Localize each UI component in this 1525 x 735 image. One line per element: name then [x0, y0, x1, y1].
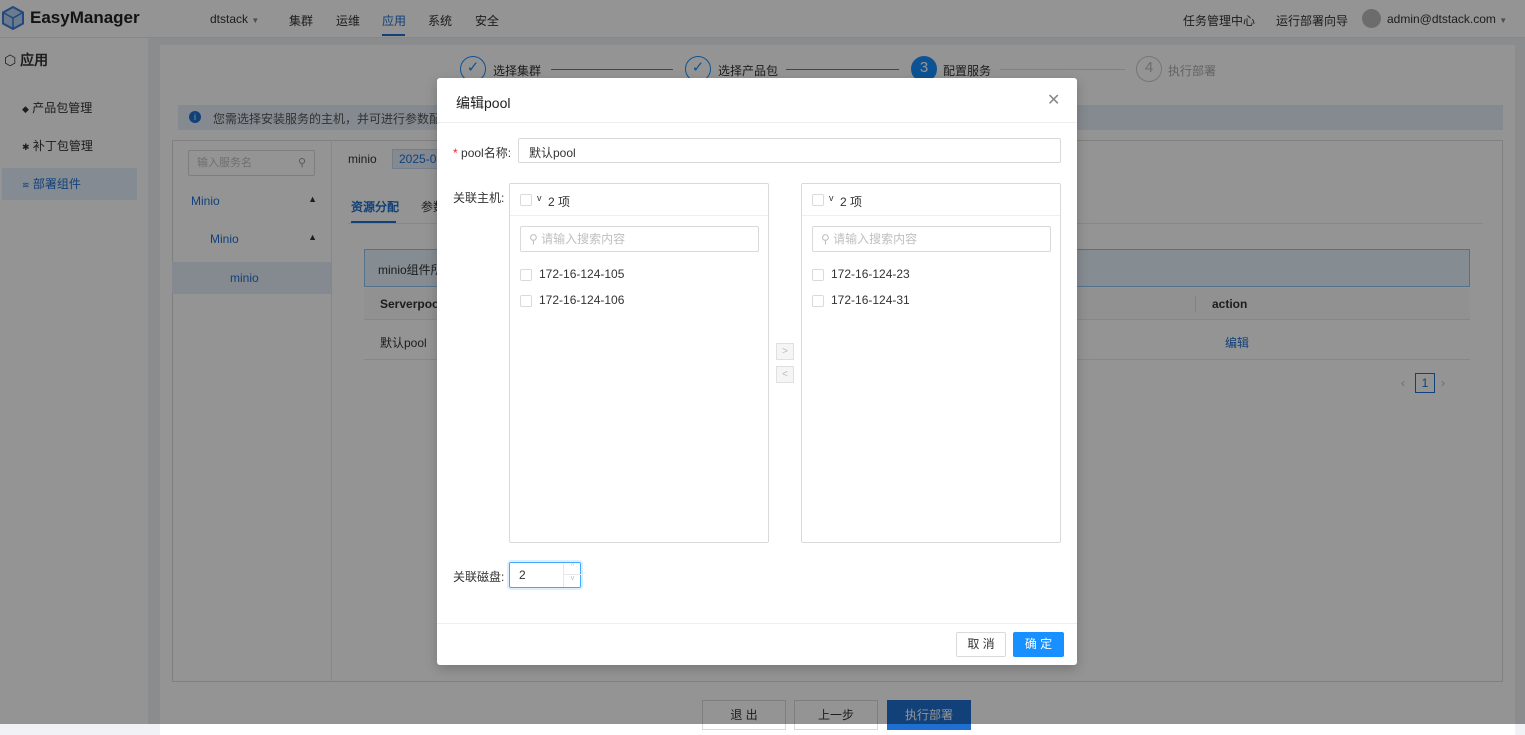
move-left-button[interactable]: < — [776, 366, 794, 383]
chevron-down-icon[interactable]: v — [829, 193, 834, 203]
target-search-input[interactable]: ⚲ 请输入搜索内容 — [812, 226, 1051, 252]
cancel-button[interactable]: 取 消 — [956, 632, 1006, 657]
item-checkbox[interactable] — [812, 295, 824, 307]
chevron-down-icon[interactable]: v — [537, 193, 542, 203]
close-icon[interactable]: ✕ — [1047, 90, 1060, 110]
hosts-label: 关联主机: — [453, 191, 505, 205]
confirm-button[interactable]: 确 定 — [1013, 632, 1064, 657]
host-item[interactable]: 172-16-124-31 — [831, 293, 910, 307]
item-count: 2 项 — [840, 195, 863, 209]
host-item[interactable]: 172-16-124-23 — [831, 267, 910, 281]
search-placeholder: 请输入搜索内容 — [541, 232, 626, 246]
label-text: pool名称: — [461, 146, 512, 160]
transfer-list-source: v 2 项 ⚲ 请输入搜索内容 172-16-124-105 172-16-12… — [509, 183, 769, 543]
stepper: ^ v — [563, 563, 581, 587]
modal-title: 编辑pool — [456, 95, 511, 111]
pool-name-label: * pool名称: — [453, 144, 511, 161]
modal-footer-divider — [437, 623, 1077, 624]
item-count: 2 项 — [548, 195, 571, 209]
item-checkbox[interactable] — [520, 295, 532, 307]
pool-name-input[interactable]: 默认pool — [518, 138, 1061, 163]
select-all-checkbox[interactable] — [520, 194, 532, 206]
move-right-button[interactable]: > — [776, 343, 794, 360]
item-checkbox[interactable] — [812, 269, 824, 281]
source-search-input[interactable]: ⚲ 请输入搜索内容 — [520, 226, 759, 252]
disk-number-input[interactable]: 2 ^ v — [509, 562, 581, 588]
search-placeholder: 请输入搜索内容 — [833, 232, 918, 246]
required-mark: * — [453, 146, 462, 160]
search-icon: ⚲ — [529, 232, 542, 246]
modal-header-divider — [437, 122, 1077, 123]
host-item[interactable]: 172-16-124-105 — [539, 267, 624, 281]
select-all-checkbox[interactable] — [812, 194, 824, 206]
increment-button[interactable]: ^ — [564, 563, 581, 575]
decrement-button[interactable]: v — [564, 575, 581, 587]
search-icon: ⚲ — [821, 232, 834, 246]
transfer-list-target: v 2 项 ⚲ 请输入搜索内容 172-16-124-23 172-16-124… — [801, 183, 1061, 543]
disk-label: 关联磁盘: — [453, 570, 505, 584]
host-item[interactable]: 172-16-124-106 — [539, 293, 624, 307]
disk-value: 2 — [519, 568, 526, 582]
item-checkbox[interactable] — [520, 269, 532, 281]
edit-pool-modal: 编辑pool ✕ * pool名称: 默认pool 关联主机: v 2 项 ⚲ … — [437, 78, 1077, 665]
